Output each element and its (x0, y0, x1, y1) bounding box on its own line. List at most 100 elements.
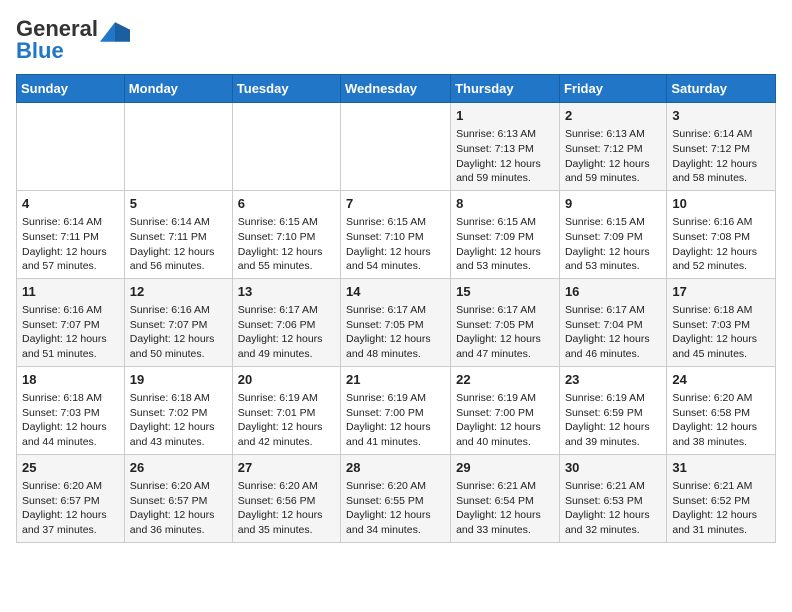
day-number: 17 (672, 283, 770, 301)
weekday-header-saturday: Saturday (667, 75, 776, 103)
day-number: 21 (346, 371, 445, 389)
day-info: Sunrise: 6:14 AM Sunset: 7:11 PM Dayligh… (22, 215, 119, 274)
weekday-header-monday: Monday (124, 75, 232, 103)
calendar-cell: 25 Sunrise: 6:20 AM Sunset: 6:57 PM Dayli… (17, 454, 125, 542)
day-info: Sunrise: 6:14 AM Sunset: 7:12 PM Dayligh… (672, 127, 770, 186)
day-info: Sunrise: 6:20 AM Sunset: 6:57 PM Dayligh… (130, 479, 227, 538)
calendar-cell (17, 103, 125, 191)
calendar-cell: 12 Sunrise: 6:16 AM Sunset: 7:07 PM Dayli… (124, 278, 232, 366)
day-info: Sunrise: 6:17 AM Sunset: 7:04 PM Dayligh… (565, 303, 661, 362)
day-info: Sunrise: 6:20 AM Sunset: 6:56 PM Dayligh… (238, 479, 335, 538)
calendar-cell: 6 Sunrise: 6:15 AM Sunset: 7:10 PM Daylig… (232, 190, 340, 278)
day-info: Sunrise: 6:21 AM Sunset: 6:52 PM Dayligh… (672, 479, 770, 538)
calendar-cell: 1 Sunrise: 6:13 AM Sunset: 7:13 PM Daylig… (451, 103, 560, 191)
calendar-cell: 28 Sunrise: 6:20 AM Sunset: 6:55 PM Dayli… (341, 454, 451, 542)
day-info: Sunrise: 6:19 AM Sunset: 7:00 PM Dayligh… (346, 391, 445, 450)
calendar-table: SundayMondayTuesdayWednesdayThursdayFrid… (16, 74, 776, 543)
calendar-cell: 19 Sunrise: 6:18 AM Sunset: 7:02 PM Dayli… (124, 366, 232, 454)
day-info: Sunrise: 6:18 AM Sunset: 7:03 PM Dayligh… (22, 391, 119, 450)
day-number: 9 (565, 195, 661, 213)
calendar-cell: 30 Sunrise: 6:21 AM Sunset: 6:53 PM Dayli… (559, 454, 666, 542)
day-number: 19 (130, 371, 227, 389)
calendar-cell: 29 Sunrise: 6:21 AM Sunset: 6:54 PM Dayli… (451, 454, 560, 542)
day-number: 10 (672, 195, 770, 213)
day-info: Sunrise: 6:15 AM Sunset: 7:10 PM Dayligh… (238, 215, 335, 274)
calendar-cell: 5 Sunrise: 6:14 AM Sunset: 7:11 PM Daylig… (124, 190, 232, 278)
calendar-cell: 13 Sunrise: 6:17 AM Sunset: 7:06 PM Dayli… (232, 278, 340, 366)
day-info: Sunrise: 6:13 AM Sunset: 7:12 PM Dayligh… (565, 127, 661, 186)
day-info: Sunrise: 6:14 AM Sunset: 7:11 PM Dayligh… (130, 215, 227, 274)
day-number: 28 (346, 459, 445, 477)
day-info: Sunrise: 6:20 AM Sunset: 6:55 PM Dayligh… (346, 479, 445, 538)
calendar-cell: 14 Sunrise: 6:17 AM Sunset: 7:05 PM Dayli… (341, 278, 451, 366)
calendar-cell (232, 103, 340, 191)
calendar-cell: 7 Sunrise: 6:15 AM Sunset: 7:10 PM Daylig… (341, 190, 451, 278)
day-number: 6 (238, 195, 335, 213)
calendar-cell: 23 Sunrise: 6:19 AM Sunset: 6:59 PM Dayli… (559, 366, 666, 454)
day-info: Sunrise: 6:19 AM Sunset: 6:59 PM Dayligh… (565, 391, 661, 450)
day-info: Sunrise: 6:21 AM Sunset: 6:53 PM Dayligh… (565, 479, 661, 538)
day-number: 30 (565, 459, 661, 477)
calendar-cell: 3 Sunrise: 6:14 AM Sunset: 7:12 PM Daylig… (667, 103, 776, 191)
weekday-header-friday: Friday (559, 75, 666, 103)
day-number: 7 (346, 195, 445, 213)
day-info: Sunrise: 6:20 AM Sunset: 6:58 PM Dayligh… (672, 391, 770, 450)
day-number: 26 (130, 459, 227, 477)
calendar-cell: 22 Sunrise: 6:19 AM Sunset: 7:00 PM Dayli… (451, 366, 560, 454)
day-info: Sunrise: 6:17 AM Sunset: 7:05 PM Dayligh… (346, 303, 445, 362)
calendar-cell: 4 Sunrise: 6:14 AM Sunset: 7:11 PM Daylig… (17, 190, 125, 278)
day-number: 15 (456, 283, 554, 301)
day-info: Sunrise: 6:15 AM Sunset: 7:10 PM Dayligh… (346, 215, 445, 274)
calendar-cell (124, 103, 232, 191)
day-number: 25 (22, 459, 119, 477)
day-number: 3 (672, 107, 770, 125)
weekday-header-row: SundayMondayTuesdayWednesdayThursdayFrid… (17, 75, 776, 103)
day-number: 22 (456, 371, 554, 389)
day-number: 14 (346, 283, 445, 301)
day-info: Sunrise: 6:13 AM Sunset: 7:13 PM Dayligh… (456, 127, 554, 186)
day-info: Sunrise: 6:18 AM Sunset: 7:02 PM Dayligh… (130, 391, 227, 450)
calendar-cell: 27 Sunrise: 6:20 AM Sunset: 6:56 PM Dayli… (232, 454, 340, 542)
day-number: 11 (22, 283, 119, 301)
calendar-cell: 24 Sunrise: 6:20 AM Sunset: 6:58 PM Dayli… (667, 366, 776, 454)
day-number: 23 (565, 371, 661, 389)
page-header: General Blue (16, 16, 776, 64)
calendar-cell: 8 Sunrise: 6:15 AM Sunset: 7:09 PM Daylig… (451, 190, 560, 278)
calendar-week-row: 11 Sunrise: 6:16 AM Sunset: 7:07 PM Dayli… (17, 278, 776, 366)
calendar-cell: 2 Sunrise: 6:13 AM Sunset: 7:12 PM Daylig… (559, 103, 666, 191)
calendar-cell: 20 Sunrise: 6:19 AM Sunset: 7:01 PM Dayli… (232, 366, 340, 454)
day-info: Sunrise: 6:21 AM Sunset: 6:54 PM Dayligh… (456, 479, 554, 538)
day-number: 12 (130, 283, 227, 301)
day-info: Sunrise: 6:19 AM Sunset: 7:00 PM Dayligh… (456, 391, 554, 450)
day-number: 24 (672, 371, 770, 389)
calendar-cell: 26 Sunrise: 6:20 AM Sunset: 6:57 PM Dayli… (124, 454, 232, 542)
day-number: 27 (238, 459, 335, 477)
calendar-cell (341, 103, 451, 191)
calendar-cell: 17Sunrise: 6:18 AM Sunset: 7:03 PM Dayli… (667, 278, 776, 366)
logo: General Blue (16, 16, 130, 64)
day-number: 5 (130, 195, 227, 213)
day-number: 8 (456, 195, 554, 213)
day-number: 13 (238, 283, 335, 301)
day-info: Sunrise: 6:19 AM Sunset: 7:01 PM Dayligh… (238, 391, 335, 450)
weekday-header-thursday: Thursday (451, 75, 560, 103)
day-info: Sunrise: 6:20 AM Sunset: 6:57 PM Dayligh… (22, 479, 119, 538)
day-number: 29 (456, 459, 554, 477)
calendar-cell: 10Sunrise: 6:16 AM Sunset: 7:08 PM Dayli… (667, 190, 776, 278)
calendar-week-row: 1 Sunrise: 6:13 AM Sunset: 7:13 PM Daylig… (17, 103, 776, 191)
calendar-cell: 16Sunrise: 6:17 AM Sunset: 7:04 PM Dayli… (559, 278, 666, 366)
day-number: 31 (672, 459, 770, 477)
day-number: 2 (565, 107, 661, 125)
day-info: Sunrise: 6:17 AM Sunset: 7:05 PM Dayligh… (456, 303, 554, 362)
day-number: 20 (238, 371, 335, 389)
weekday-header-wednesday: Wednesday (341, 75, 451, 103)
day-info: Sunrise: 6:16 AM Sunset: 7:07 PM Dayligh… (130, 303, 227, 362)
calendar-cell: 11Sunrise: 6:16 AM Sunset: 7:07 PM Dayli… (17, 278, 125, 366)
calendar-week-row: 4 Sunrise: 6:14 AM Sunset: 7:11 PM Daylig… (17, 190, 776, 278)
day-info: Sunrise: 6:17 AM Sunset: 7:06 PM Dayligh… (238, 303, 335, 362)
calendar-cell: 9Sunrise: 6:15 AM Sunset: 7:09 PM Daylig… (559, 190, 666, 278)
calendar-week-row: 25 Sunrise: 6:20 AM Sunset: 6:57 PM Dayli… (17, 454, 776, 542)
day-number: 4 (22, 195, 119, 213)
day-number: 1 (456, 107, 554, 125)
day-info: Sunrise: 6:15 AM Sunset: 7:09 PM Dayligh… (456, 215, 554, 274)
